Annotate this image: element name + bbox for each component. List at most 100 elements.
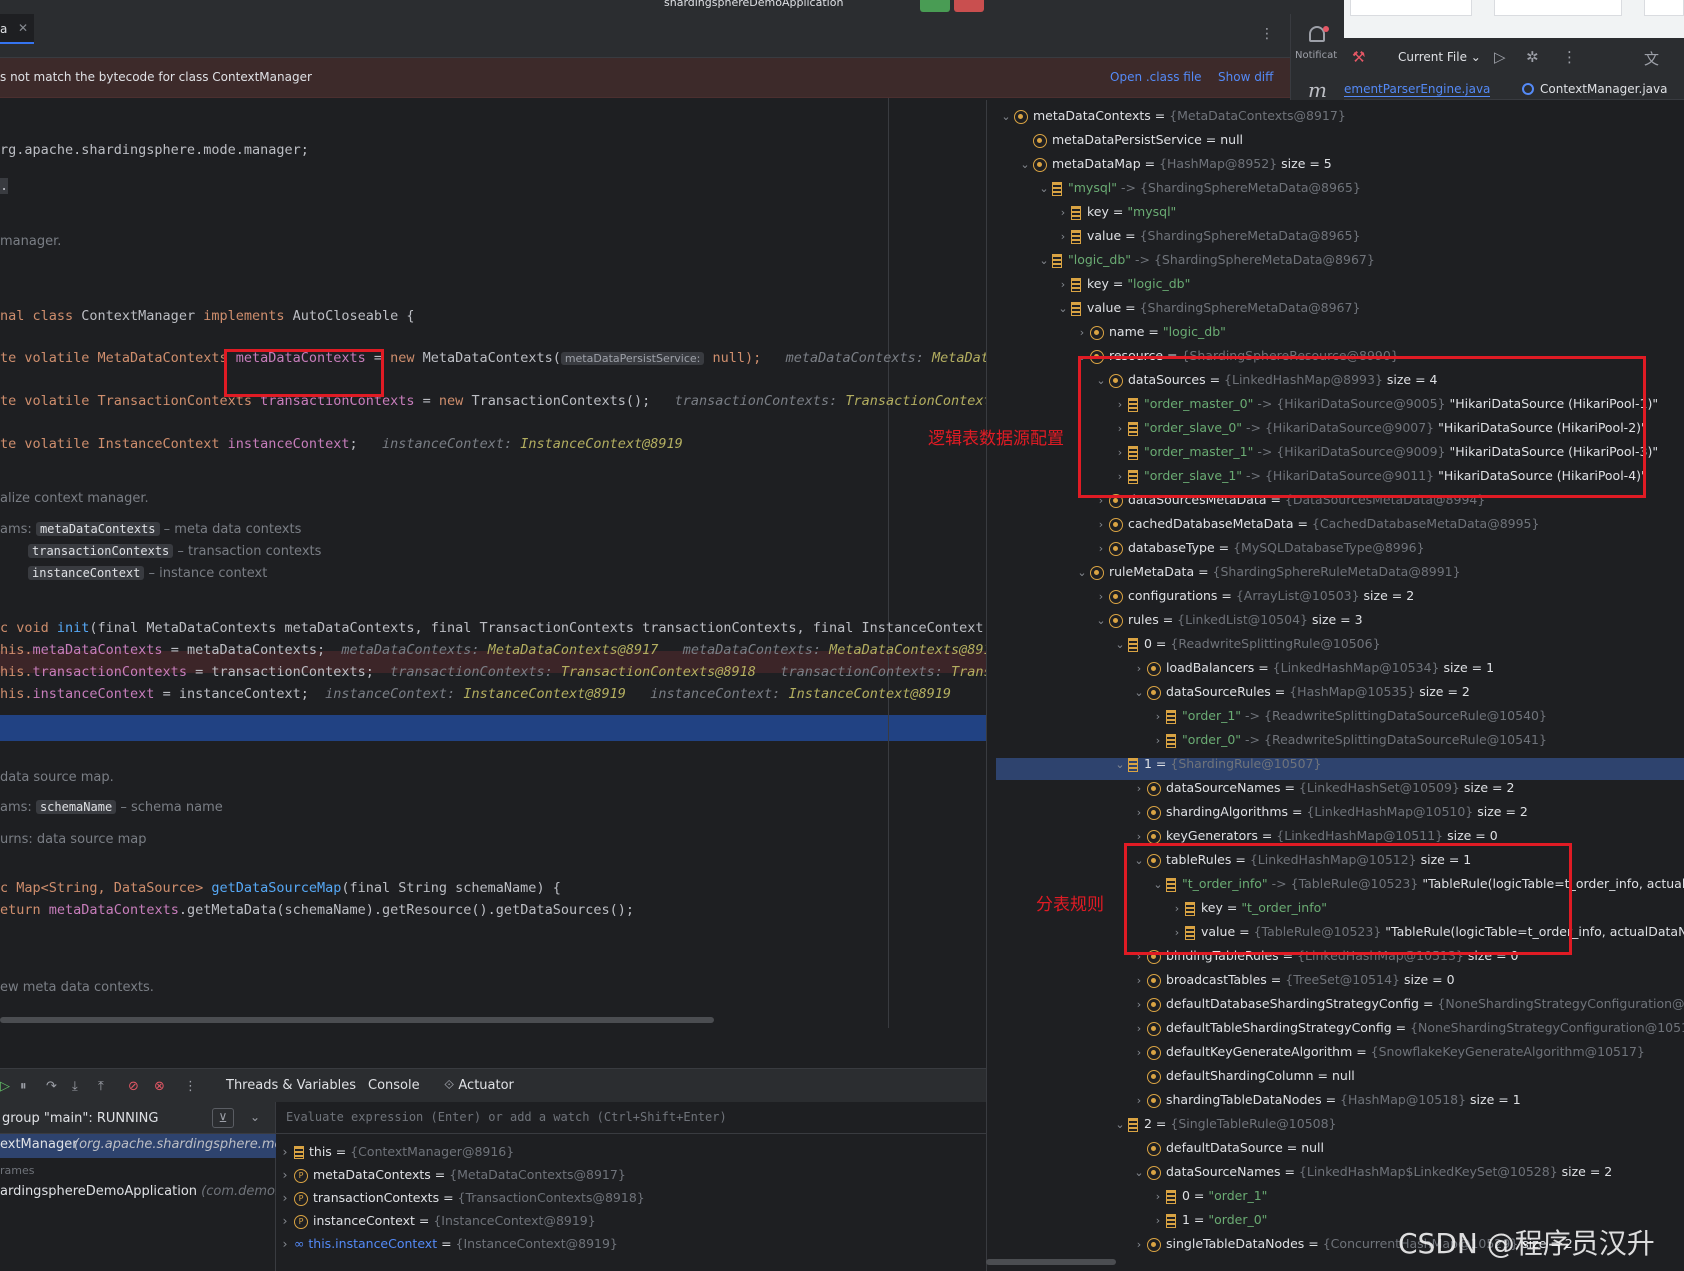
tab-context-manager[interactable]: ContextManager.java: [1540, 82, 1667, 96]
more-vertical-icon[interactable]: ⋮: [1562, 48, 1577, 66]
tree-node[interactable]: ⌄ rules = {LinkedList@10504} size = 3: [1093, 612, 1363, 634]
translate-icon[interactable]: 文: [1644, 48, 1659, 69]
play-icon[interactable]: ▷: [1494, 48, 1506, 66]
browser-tab[interactable]: [1350, 0, 1472, 16]
step-into-icon[interactable]: ⤓: [72, 1079, 78, 1094]
chevron-down-icon[interactable]: ⌄: [1093, 614, 1109, 627]
browser-tab[interactable]: [1644, 0, 1684, 16]
tree-node[interactable]: › value = {ShardingSphereMetaData@8965}: [1055, 228, 1360, 250]
chevron-down-icon[interactable]: ⌄: [1112, 1118, 1128, 1131]
tree-node[interactable]: › 1 = "order_0": [1150, 1212, 1267, 1234]
tree-node[interactable]: › databaseType = {MySQLDatabaseType@8996}: [1093, 540, 1425, 562]
tab-console[interactable]: Console: [368, 1078, 420, 1093]
chevron-right-icon[interactable]: ›: [1131, 1238, 1147, 1251]
frame-item[interactable]: extManager (org.apache.shardingsphere.mod…: [0, 1134, 299, 1158]
chevron-down-icon[interactable]: ⌄: [1074, 566, 1090, 579]
chevron-right-icon[interactable]: ›: [1150, 1190, 1166, 1203]
tree-node[interactable]: ⌄ metaDataContexts = {MetaDataContexts@89…: [998, 108, 1346, 130]
frame-item[interactable]: rames: [0, 1164, 34, 1177]
tree-node[interactable]: metaDataPersistService = null: [1017, 132, 1243, 154]
open-class-file-link[interactable]: Open .class file: [1110, 70, 1202, 84]
chevron-right-icon[interactable]: ›: [1131, 1046, 1147, 1059]
view-breakpoints-icon[interactable]: ⊘: [128, 1079, 139, 1094]
stop-button[interactable]: [954, 0, 984, 12]
chevron-down-icon[interactable]: ⌄: [1036, 254, 1052, 267]
tree-node[interactable]: ⌄ metaDataMap = {HashMap@8952} size = 5: [1017, 156, 1332, 178]
chevron-down-icon[interactable]: ⌄: [1131, 1166, 1147, 1179]
variable-row[interactable]: › PmetaDataContexts = {MetaDataContexts@8…: [276, 1167, 626, 1189]
tab-threads-variables[interactable]: Threads & Variables: [226, 1078, 356, 1093]
tree-node[interactable]: › key = "mysql": [1055, 204, 1176, 226]
chevron-right-icon[interactable]: ›: [1055, 206, 1071, 219]
browser-tab[interactable]: [1494, 0, 1622, 16]
tree-node[interactable]: › broadcastTables = {TreeSet@10514} size …: [1131, 972, 1455, 994]
more-vertical-icon[interactable]: ⋮: [1260, 26, 1274, 42]
tree-node[interactable]: › cachedDatabaseMetaData = {CachedDatabas…: [1093, 516, 1539, 538]
chevron-right-icon[interactable]: ›: [1150, 1214, 1166, 1227]
chevron-down-icon[interactable]: ⌄: [1112, 638, 1128, 651]
editor-tab[interactable]: a ✕: [0, 14, 34, 44]
chevron-right-icon[interactable]: ›: [1150, 710, 1166, 723]
tree-node[interactable]: › defaultDatabaseShardingStrategyConfig =…: [1131, 996, 1684, 1018]
more-vertical-icon[interactable]: ⋮: [184, 1079, 197, 1094]
tree-node[interactable]: ⌄ 0 = {ReadwriteSplittingRule@10506}: [1112, 636, 1381, 658]
variable-row[interactable]: › this = {ContextManager@8916}: [276, 1144, 514, 1166]
variable-row[interactable]: › PtransactionContexts = {TransactionCont…: [276, 1190, 645, 1212]
chevron-right-icon[interactable]: ›: [1055, 230, 1071, 243]
tree-node[interactable]: › shardingTableDataNodes = {HashMap@10518…: [1131, 1092, 1521, 1114]
chevron-down-icon[interactable]: ⌄: [998, 110, 1014, 123]
tree-node[interactable]: › shardingAlgorithms = {LinkedHashMap@105…: [1131, 804, 1528, 826]
chevron-right-icon[interactable]: ›: [1131, 662, 1147, 675]
run-config-label[interactable]: shardingsphereDemoApplication: [664, 0, 843, 9]
horizontal-scrollbar[interactable]: [986, 1259, 1116, 1265]
chevron-right-icon[interactable]: ›: [1131, 806, 1147, 819]
close-icon[interactable]: ✕: [18, 21, 28, 35]
chevron-down-icon[interactable]: ⌄: [1055, 302, 1071, 315]
tree-node[interactable]: defaultDataSource = null: [1131, 1140, 1324, 1162]
tab-actuator[interactable]: ⟐ Actuator: [444, 1078, 514, 1093]
tree-node[interactable]: ⌄ "mysql" -> {ShardingSphereMetaData@8965…: [1036, 180, 1361, 202]
tree-node[interactable]: ⌄ 1 = {ShardingRule@10507}: [1112, 756, 1321, 778]
chevron-right-icon[interactable]: ›: [1131, 974, 1147, 987]
tree-node[interactable]: › "order_0" -> {ReadwriteSplittingDataSou…: [1150, 732, 1547, 754]
tree-node[interactable]: ⌄ "logic_db" -> {ShardingSphereMetaData@8…: [1036, 252, 1375, 274]
horizontal-scrollbar[interactable]: [0, 1017, 714, 1023]
chevron-right-icon[interactable]: ›: [1131, 1022, 1147, 1035]
tree-node[interactable]: › name = "logic_db": [1074, 324, 1226, 346]
tree-node[interactable]: ⌄ ruleMetaData = {ShardingSphereRuleMetaD…: [1074, 564, 1461, 586]
tree-node[interactable]: defaultShardingColumn = null: [1131, 1068, 1355, 1090]
resume-icon[interactable]: ▷: [0, 1079, 10, 1094]
chevron-right-icon[interactable]: ›: [1055, 278, 1071, 291]
chevron-right-icon[interactable]: ›: [1093, 518, 1109, 531]
evaluate-expression-field[interactable]: Evaluate expression (Enter) or add a wat…: [276, 1102, 986, 1134]
tree-node[interactable]: ⌄ dataSourceRules = {HashMap@10535} size …: [1131, 684, 1470, 706]
chevron-down-icon[interactable]: ⌄: [1036, 182, 1052, 195]
chevron-right-icon[interactable]: ›: [1131, 1094, 1147, 1107]
filter-icon[interactable]: ⊻: [212, 1108, 234, 1128]
show-diff-link[interactable]: Show diff: [1218, 70, 1273, 84]
thread-selector[interactable]: group "main": RUNNING ⊻ ⌄: [0, 1102, 276, 1134]
tree-node[interactable]: › "order_1" -> {ReadwriteSplittingDataSou…: [1150, 708, 1547, 730]
chevron-right-icon[interactable]: ›: [1074, 326, 1090, 339]
step-out-icon[interactable]: ⤒: [98, 1079, 104, 1094]
maven-icon[interactable]: m: [1308, 78, 1327, 102]
tree-node[interactable]: › defaultTableShardingStrategyConfig = {N…: [1131, 1020, 1684, 1042]
notifications-panel[interactable]: Notificat m: [1290, 14, 1344, 102]
chevron-right-icon[interactable]: ›: [1131, 830, 1147, 843]
chevron-right-icon[interactable]: ›: [1093, 542, 1109, 555]
tree-node[interactable]: › 0 = "order_1": [1150, 1188, 1267, 1210]
tree-node[interactable]: › loadBalancers = {LinkedHashMap@10534} s…: [1131, 660, 1494, 682]
tree-node[interactable]: ⌄ value = {ShardingSphereMetaData@8967}: [1055, 300, 1360, 322]
run-button[interactable]: [920, 0, 950, 12]
variable-row[interactable]: › ∞ this.instanceContext = {InstanceConte…: [276, 1236, 618, 1258]
chevron-down-icon[interactable]: ⌄: [1112, 758, 1128, 771]
chevron-right-icon[interactable]: ›: [1131, 998, 1147, 1011]
chevron-right-icon[interactable]: ›: [1150, 734, 1166, 747]
tree-node[interactable]: ⌄ dataSourceNames = {LinkedHashMap$Linked…: [1131, 1164, 1612, 1186]
variable-row[interactable]: › PinstanceContext = {InstanceContext@891…: [276, 1213, 596, 1235]
chevron-right-icon[interactable]: ›: [1131, 782, 1147, 795]
tree-node[interactable]: › key = "logic_db": [1055, 276, 1190, 298]
hammer-icon[interactable]: ⚒: [1352, 48, 1365, 66]
frame-item[interactable]: ardingsphereDemoApplication (com.demo.sh…: [0, 1184, 307, 1199]
debug-icon[interactable]: ✲: [1526, 48, 1539, 66]
